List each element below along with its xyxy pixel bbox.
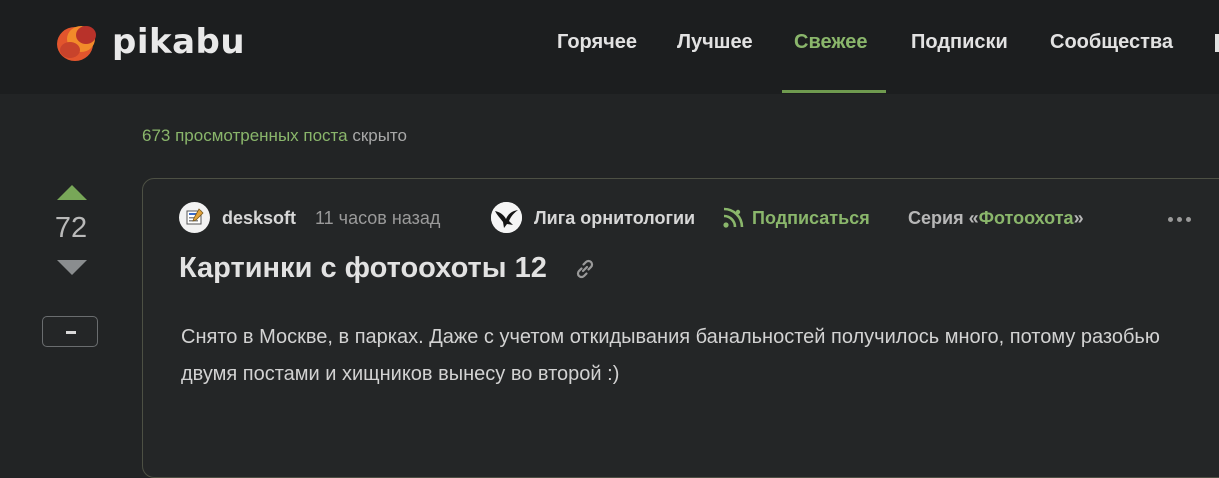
viewed-posts-hidden-notice: 673 просмотренных поста скрыто xyxy=(142,126,407,146)
series-prefix: Серия « xyxy=(908,208,979,228)
post-title[interactable]: Картинки с фотоохоты 12 xyxy=(179,252,547,285)
nav-fresh[interactable]: Свежее xyxy=(794,31,868,54)
nav-subscriptions[interactable]: Подписки xyxy=(911,31,1008,54)
minus-icon xyxy=(66,331,76,334)
top-header: pikabu Горячее Лучшее Свежее Подписки Со… xyxy=(0,0,1219,94)
author-avatar-icon xyxy=(186,208,204,225)
post-body: Снято в Москве, в парках. Даже с учетом … xyxy=(181,326,1160,385)
series-link[interactable]: Фотоохота xyxy=(979,208,1074,228)
community-name[interactable]: Лига орнитологии xyxy=(534,208,695,229)
series-label: Серия «Фотоохота» xyxy=(908,208,1084,229)
nav-hot[interactable]: Горячее xyxy=(557,31,637,54)
vote-count: 72 xyxy=(54,212,88,244)
viewed-count-link[interactable]: 673 просмотренных поста xyxy=(142,126,348,145)
subscribe-button[interactable]: Подписаться xyxy=(752,208,870,229)
logo[interactable]: pikabu xyxy=(56,20,245,64)
viewed-suffix: скрыто xyxy=(347,126,407,145)
author-avatar[interactable] xyxy=(179,202,210,233)
collapse-post-button[interactable] xyxy=(42,316,98,347)
nav-item-cut-off[interactable] xyxy=(1215,34,1219,52)
link-icon[interactable] xyxy=(573,257,597,281)
community-avatar[interactable] xyxy=(491,202,522,233)
nav-best[interactable]: Лучшее xyxy=(677,31,753,54)
post-author[interactable]: desksoft xyxy=(222,208,296,229)
more-dots-icon[interactable] xyxy=(1166,208,1194,230)
post-time: 11 часов назад xyxy=(315,208,441,228)
upvote-arrow-icon[interactable] xyxy=(57,185,87,200)
dot xyxy=(1186,217,1191,222)
active-nav-underline xyxy=(782,90,886,93)
dot xyxy=(1177,217,1182,222)
nav-communities[interactable]: Сообщества xyxy=(1050,31,1173,54)
series-suffix: » xyxy=(1073,208,1084,228)
pikabu-logo-icon xyxy=(57,26,96,61)
brand-name: pikabu xyxy=(112,22,246,62)
bird-icon xyxy=(491,202,522,233)
rss-icon xyxy=(723,207,744,228)
downvote-arrow-icon[interactable] xyxy=(57,260,87,275)
dot xyxy=(1168,217,1173,222)
